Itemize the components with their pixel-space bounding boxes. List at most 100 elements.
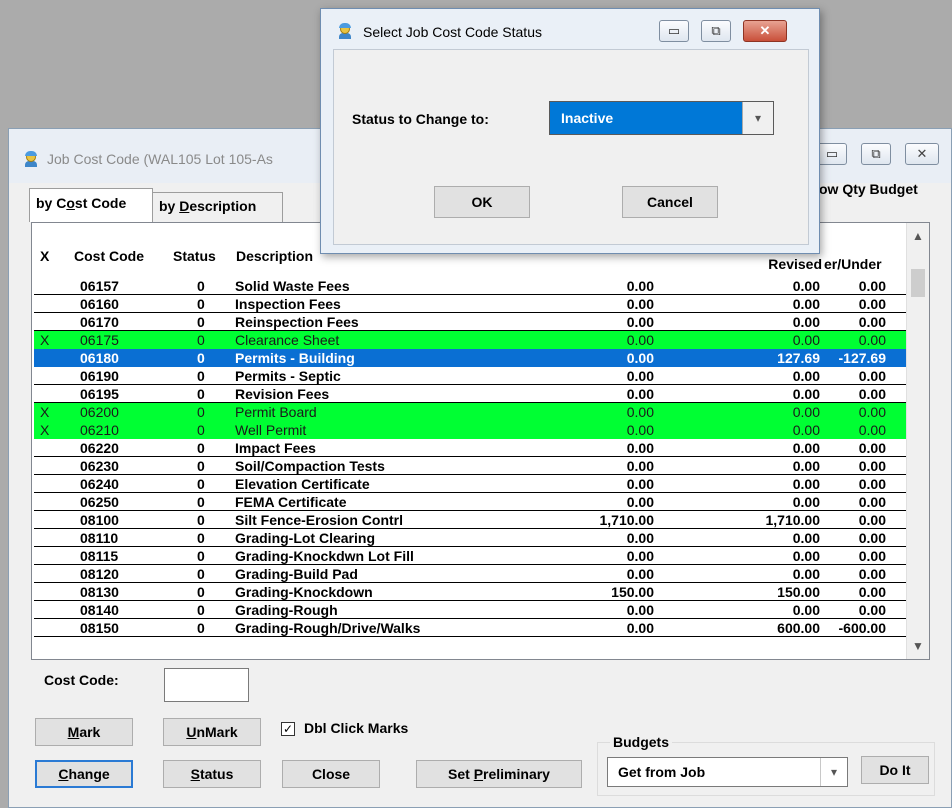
cell-desc: Grading-Knockdwn Lot Fill bbox=[235, 548, 414, 564]
table-row[interactable]: 06160 0 Inspection Fees 0.00 0.00 0.00 bbox=[34, 295, 908, 313]
show-qty-budget-label[interactable]: ow Qty Budget bbox=[819, 181, 918, 197]
status-select[interactable]: Inactive ▾ bbox=[549, 101, 774, 135]
budgets-label: Budgets bbox=[610, 734, 672, 750]
table-row[interactable]: 06170 0 Reinspection Fees 0.00 0.00 0.00 bbox=[34, 313, 908, 331]
cell-code: 06180 bbox=[80, 350, 119, 366]
change-button[interactable]: Change bbox=[35, 760, 133, 788]
app-icon bbox=[23, 151, 39, 167]
scroll-thumb[interactable] bbox=[911, 269, 925, 297]
cell-code: 06170 bbox=[80, 314, 119, 330]
cell-code: 08130 bbox=[80, 584, 119, 600]
cell-over: 0.00 bbox=[858, 458, 886, 474]
cell-status: 0 bbox=[197, 314, 205, 330]
header-revised[interactable]: Revised bbox=[732, 256, 822, 272]
cell-code: 06220 bbox=[80, 440, 119, 456]
main-close-button[interactable]: ✕ bbox=[905, 143, 939, 165]
table-row[interactable]: 08115 0 Grading-Knockdwn Lot Fill 0.00 0.00 0… bbox=[34, 547, 908, 565]
cell-jtd: 150.00 bbox=[611, 584, 654, 600]
table-row[interactable]: 06230 0 Soil/Compaction Tests 0.00 0.00 0.00 bbox=[34, 457, 908, 475]
cost-code-input[interactable] bbox=[164, 668, 249, 702]
main-restore-button[interactable]: ⧉ bbox=[861, 143, 891, 165]
cell-jtd: 0.00 bbox=[626, 422, 654, 438]
cell-over: 0.00 bbox=[858, 440, 886, 456]
table-row[interactable]: 06195 0 Revision Fees 0.00 0.00 0.00 bbox=[34, 385, 908, 403]
do-it-button[interactable]: Do It bbox=[861, 756, 929, 784]
chevron-down-icon[interactable]: ▾ bbox=[742, 102, 773, 134]
table-row[interactable]: X 06210 0 Well Permit 0.00 0.00 0.00 bbox=[34, 421, 908, 439]
cell-desc: Permit Board bbox=[235, 404, 317, 420]
budgets-select[interactable]: Get from Job ▾ bbox=[607, 757, 848, 787]
dialog-minimize-button[interactable]: ▭ bbox=[659, 20, 689, 42]
tab-by-cost-code[interactable]: by Cost Code bbox=[29, 188, 153, 222]
header-cost-code[interactable]: Cost Code bbox=[74, 248, 144, 264]
cell-status: 0 bbox=[197, 350, 205, 366]
cell-jtd: 1,710.00 bbox=[599, 512, 655, 528]
tab-label-accel: D bbox=[179, 198, 190, 214]
grid-vertical-scrollbar[interactable]: ▲ ▼ bbox=[906, 223, 929, 659]
table-row[interactable]: 08120 0 Grading-Build Pad 0.00 0.00 0.00 bbox=[34, 565, 908, 583]
scroll-down-icon[interactable]: ▼ bbox=[907, 639, 929, 653]
header-status[interactable]: Status bbox=[173, 248, 216, 264]
unmark-button[interactable]: UnMark bbox=[163, 718, 261, 746]
cell-jtd: 0.00 bbox=[626, 350, 654, 366]
cell-status: 0 bbox=[197, 476, 205, 492]
set-preliminary-button[interactable]: Set Preliminary bbox=[416, 760, 582, 788]
dialog-app-icon bbox=[337, 23, 353, 39]
cost-code-label: Cost Code: bbox=[44, 672, 119, 688]
header-mark[interactable]: X bbox=[40, 248, 49, 264]
tab-by-description[interactable]: by Description bbox=[152, 192, 283, 222]
main-minimize-button[interactable]: ▭ bbox=[817, 143, 847, 165]
dialog-restore-button[interactable]: ⧉ bbox=[701, 20, 731, 42]
close-button[interactable]: Close bbox=[282, 760, 380, 788]
table-row[interactable]: 06250 0 FEMA Certificate 0.00 0.00 0.00 bbox=[34, 493, 908, 511]
scroll-up-icon[interactable]: ▲ bbox=[907, 229, 929, 243]
cell-over: 0.00 bbox=[858, 422, 886, 438]
cell-desc: Impact Fees bbox=[235, 440, 316, 456]
cell-status: 0 bbox=[197, 494, 205, 510]
setprelim-post: reliminary bbox=[483, 766, 550, 782]
cancel-button[interactable]: Cancel bbox=[622, 186, 718, 218]
table-row[interactable]: 06180 0 Permits - Building 0.00 127.69 -127.6… bbox=[34, 349, 908, 367]
cell-jtd: 0.00 bbox=[626, 440, 654, 456]
dialog-client-area: Status to Change to: Inactive ▾ OK Cance… bbox=[333, 49, 809, 245]
status-to-change-label: Status to Change to: bbox=[352, 111, 489, 127]
table-row[interactable]: 08140 0 Grading-Rough 0.00 0.00 0.00 bbox=[34, 601, 908, 619]
dbl-click-marks-label[interactable]: Dbl Click Marks bbox=[304, 720, 408, 736]
cell-desc: Grading-Rough/Drive/Walks bbox=[235, 620, 421, 636]
table-row[interactable]: 08130 0 Grading-Knockdown 150.00 150.00 0.00 bbox=[34, 583, 908, 601]
table-row[interactable]: 08110 0 Grading-Lot Clearing 0.00 0.00 0.00 bbox=[34, 529, 908, 547]
table-row[interactable]: 06240 0 Elevation Certificate 0.00 0.00 0.00 bbox=[34, 475, 908, 493]
cell-revised: 0.00 bbox=[792, 404, 820, 420]
cell-jtd: 0.00 bbox=[626, 530, 654, 546]
table-row[interactable]: 06190 0 Permits - Septic 0.00 0.00 0.00 bbox=[34, 367, 908, 385]
cell-over: 0.00 bbox=[858, 584, 886, 600]
cell-revised: 0.00 bbox=[792, 530, 820, 546]
cell-revised: 0.00 bbox=[792, 494, 820, 510]
cell-status: 0 bbox=[197, 512, 205, 528]
table-row[interactable]: 06220 0 Impact Fees 0.00 0.00 0.00 bbox=[34, 439, 908, 457]
cell-desc: Grading-Lot Clearing bbox=[235, 530, 375, 546]
header-over-under[interactable]: er/Under bbox=[824, 256, 882, 272]
cell-status: 0 bbox=[197, 584, 205, 600]
cell-desc: Soil/Compaction Tests bbox=[235, 458, 385, 474]
cell-over: 0.00 bbox=[858, 278, 886, 294]
header-description[interactable]: Description bbox=[236, 248, 313, 264]
cell-status: 0 bbox=[197, 422, 205, 438]
table-row[interactable]: 08150 0 Grading-Rough/Drive/Walks 0.00 600.0… bbox=[34, 619, 908, 637]
table-row[interactable]: 06157 0 Solid Waste Fees 0.00 0.00 0.00 bbox=[34, 277, 908, 295]
cell-jtd: 0.00 bbox=[626, 602, 654, 618]
tab-label-post: st Code bbox=[74, 195, 127, 211]
dbl-click-marks-checkbox[interactable]: ✓ bbox=[281, 722, 295, 736]
chevron-down-icon[interactable]: ▾ bbox=[820, 758, 847, 786]
status-button[interactable]: Status bbox=[163, 760, 261, 788]
dialog-close-button[interactable]: ✕ bbox=[743, 20, 787, 42]
tab-label-accel: o bbox=[66, 195, 75, 211]
cell-status: 0 bbox=[197, 332, 205, 348]
mark-button[interactable]: Mark bbox=[35, 718, 133, 746]
table-row[interactable]: X 06175 0 Clearance Sheet 0.00 0.00 0.00 bbox=[34, 331, 908, 349]
status-post: tatus bbox=[199, 766, 234, 782]
cost-code-grid[interactable]: X Cost Code Status Description Job to Da… bbox=[31, 222, 930, 660]
table-row[interactable]: X 06200 0 Permit Board 0.00 0.00 0.00 bbox=[34, 403, 908, 421]
table-row[interactable]: 08100 0 Silt Fence-Erosion Contrl 1,710.00 1… bbox=[34, 511, 908, 529]
ok-button[interactable]: OK bbox=[434, 186, 530, 218]
